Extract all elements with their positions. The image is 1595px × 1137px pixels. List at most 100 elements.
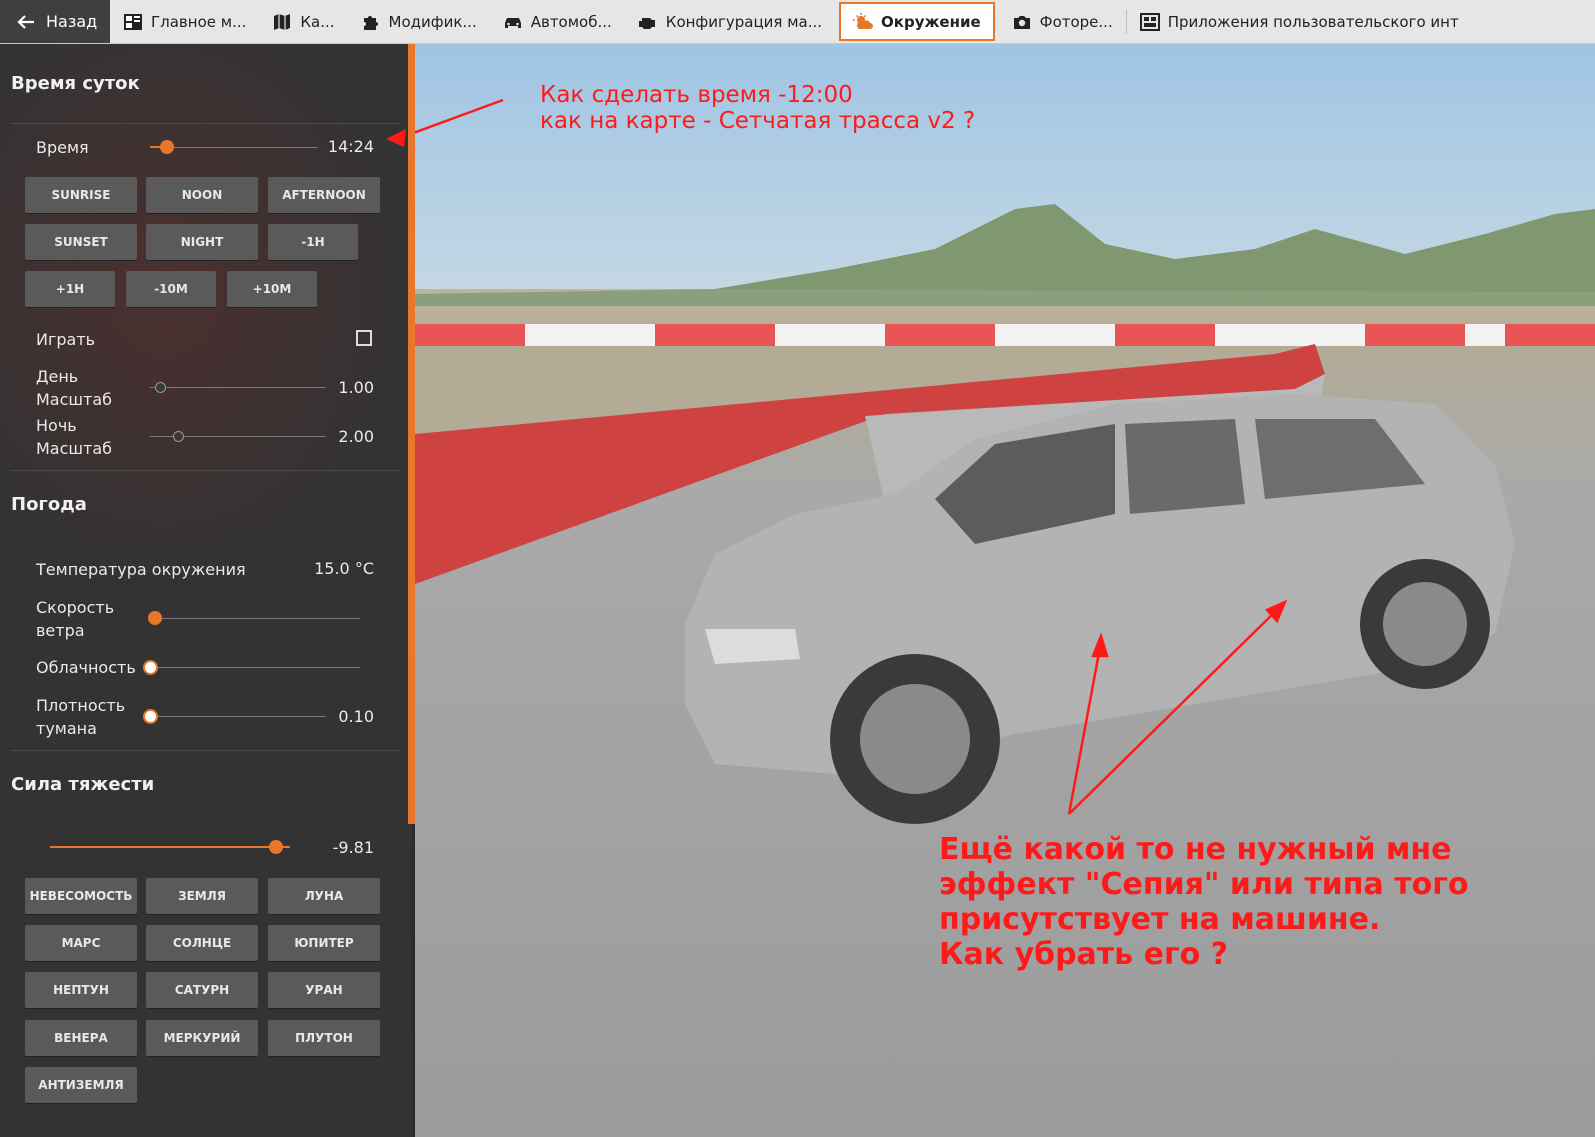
car-icon xyxy=(504,17,521,28)
gravity-sun-button[interactable]: СОЛНЦЕ xyxy=(146,925,258,961)
afternoon-button[interactable]: AFTERNOON xyxy=(268,177,380,213)
annotation-line: Ещё какой то не нужный мне xyxy=(939,832,1452,867)
tab-label: Модифик... xyxy=(388,12,477,31)
night-button[interactable]: NIGHT xyxy=(146,224,258,260)
camera-icon xyxy=(1013,15,1030,29)
day-scale-value: 1.00 xyxy=(338,378,374,397)
fog-density-value: 0.10 xyxy=(338,707,374,726)
wind-speed-label-2: ветра xyxy=(36,621,85,640)
day-scale-label-1: День xyxy=(36,367,79,386)
gravity-pluto-button[interactable]: ПЛУТОН xyxy=(268,1020,380,1056)
scene-drawing xyxy=(415,98,1595,824)
back-label: Назад xyxy=(46,12,98,31)
apps-icon xyxy=(1139,12,1160,31)
tab-main-menu[interactable]: Главное м... xyxy=(110,0,259,43)
divider xyxy=(10,470,400,471)
tab-vehicles[interactable]: Автомоб... xyxy=(490,0,625,43)
tab-label: Приложения пользовательского инт xyxy=(1167,12,1459,31)
tab-ui-apps[interactable]: Приложения пользовательского инт xyxy=(1127,0,1595,43)
arrow-left-icon xyxy=(17,14,34,29)
tab-vehicle-config[interactable]: Конфигурация ма... xyxy=(625,0,835,43)
annotation-line: эффект "Сепия" или типа того xyxy=(939,867,1469,902)
engine-icon xyxy=(638,17,655,29)
gravity-earth-button[interactable]: ЗЕМЛЯ xyxy=(146,878,258,914)
tab-label: Фоторе... xyxy=(1039,12,1113,31)
tab-environment[interactable]: Окружение xyxy=(839,2,995,41)
day-scale-slider-track[interactable] xyxy=(150,387,326,388)
fog-density-label-2: тумана xyxy=(36,719,97,738)
gravity-mercury-button[interactable]: МЕРКУРИЙ xyxy=(146,1020,258,1056)
gravity-moon-button[interactable]: ЛУНА xyxy=(268,878,380,914)
gravity-zero-g-button[interactable]: НЕВЕСОМОСТЬ xyxy=(25,878,137,914)
weather-icon xyxy=(853,12,874,29)
barrier-back xyxy=(415,324,1595,346)
game-viewport[interactable]: Как сделать время -12:00 как на карте - … xyxy=(415,44,1595,1137)
noon-button[interactable]: NOON xyxy=(146,177,258,213)
tab-label: Окружение xyxy=(881,12,981,31)
annotation-line: Как убрать его ? xyxy=(939,937,1229,972)
night-scale-slider-thumb[interactable] xyxy=(173,431,184,442)
annotation-line: Как сделать время -12:00 xyxy=(540,82,853,108)
cloud-cover-slider-thumb[interactable] xyxy=(143,660,158,675)
plus-10m-button[interactable]: +10M xyxy=(227,271,317,307)
gravity-anti-earth-button[interactable]: АНТИЗЕМЛЯ xyxy=(25,1067,137,1103)
tab-label: Ка... xyxy=(300,12,335,31)
cloud-cover-label: Облачность xyxy=(36,658,136,677)
time-slider-thumb[interactable] xyxy=(160,140,174,154)
gravity-uranus-button[interactable]: УРАН xyxy=(268,972,380,1008)
panel-scrollbar[interactable] xyxy=(408,44,415,824)
time-slider-track[interactable] xyxy=(150,147,318,148)
temperature-label: Температура окружения xyxy=(36,560,246,579)
night-scale-label-1: Ночь xyxy=(36,416,77,435)
wind-speed-slider-thumb[interactable] xyxy=(148,611,162,625)
cloud-cover-slider-track[interactable] xyxy=(150,667,360,668)
mountains xyxy=(715,204,1595,294)
tab-mods[interactable]: Модифик... xyxy=(348,0,490,43)
night-scale-value: 2.00 xyxy=(338,427,374,446)
annotation-sepia: Ещё какой то не нужный мне эффект "Сепия… xyxy=(939,832,1469,972)
fog-density-slider-thumb[interactable] xyxy=(143,709,158,724)
gravity-slider-thumb[interactable] xyxy=(269,840,283,854)
annotation-question: Как сделать время -12:00 как на карте - … xyxy=(540,82,975,134)
gravity-value: -9.81 xyxy=(332,838,374,857)
section-title-time: Время суток xyxy=(11,73,140,94)
annotation-line: присутствует на машине. xyxy=(939,902,1381,937)
gravity-mars-button[interactable]: МАРС xyxy=(25,925,137,961)
gravity-neptune-button[interactable]: НЕПТУН xyxy=(25,972,137,1008)
map-icon xyxy=(274,13,291,30)
annotation-line: как на карте - Сетчатая трасса v2 ? xyxy=(540,108,976,134)
temperature-value: 15.0 °C xyxy=(314,559,374,578)
minus-10m-button[interactable]: -10M xyxy=(126,271,216,307)
car xyxy=(685,394,1515,824)
time-label: Время xyxy=(36,138,89,157)
sunrise-button[interactable]: SUNRISE xyxy=(25,177,137,213)
environment-panel: Время суток Время 14:24 SUNRISE NOON AFT… xyxy=(0,44,412,1137)
back-button[interactable]: Назад xyxy=(0,0,110,43)
day-scale-label-2: Масштаб xyxy=(36,390,113,409)
tab-photo-mode[interactable]: Фоторе... xyxy=(999,0,1126,43)
play-checkbox[interactable] xyxy=(356,330,372,346)
puzzle-icon xyxy=(363,15,378,30)
section-title-weather: Погода xyxy=(11,494,87,515)
day-scale-slider-thumb[interactable] xyxy=(155,382,166,393)
fog-density-slider-track[interactable] xyxy=(150,716,326,717)
tab-map[interactable]: Ка... xyxy=(259,0,347,43)
tab-label: Автомоб... xyxy=(530,12,612,31)
gravity-slider-track[interactable] xyxy=(50,846,290,848)
tab-label: Главное м... xyxy=(151,12,247,31)
gravity-venus-button[interactable]: ВЕНЕРА xyxy=(25,1020,137,1056)
night-scale-label-2: Масштаб xyxy=(36,439,113,458)
wind-speed-slider-track[interactable] xyxy=(150,618,360,619)
arrow-head xyxy=(386,129,406,147)
fog-density-label-1: Плотность xyxy=(36,696,126,715)
minus-1h-button[interactable]: -1H xyxy=(268,224,358,260)
plus-1h-button[interactable]: +1H xyxy=(25,271,115,307)
sunset-button[interactable]: SUNSET xyxy=(25,224,137,260)
section-title-gravity: Сила тяжести xyxy=(11,774,155,795)
gravity-jupiter-button[interactable]: ЮПИТЕР xyxy=(268,925,380,961)
gravity-saturn-button[interactable]: САТУРН xyxy=(146,972,258,1008)
top-menu-bar: Назад Главное м... Ка... Модифик... Авто… xyxy=(0,0,1595,44)
time-value: 14:24 xyxy=(327,137,374,156)
divider xyxy=(10,123,400,124)
dashboard-icon xyxy=(124,13,142,30)
